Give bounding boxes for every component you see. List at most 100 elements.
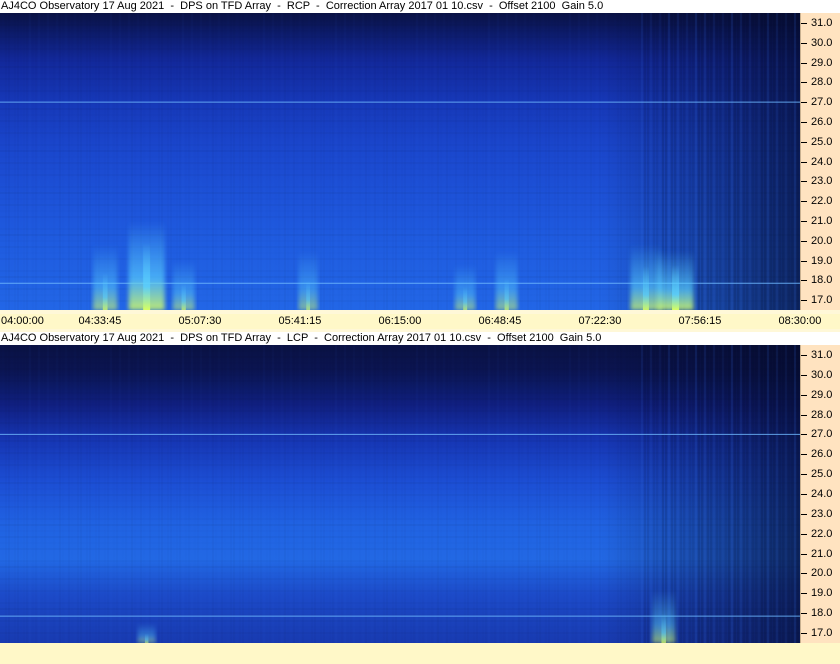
frequency-tick: 27.0 — [801, 427, 840, 441]
lcp-panel-title: AJ4CO Observatory 17 Aug 2021 - DPS on T… — [0, 332, 840, 345]
frequency-tick-mark — [801, 220, 807, 222]
frequency-tick-mark — [801, 121, 807, 123]
rcp-spectrogram — [0, 13, 800, 310]
frequency-tick: 29.0 — [801, 56, 840, 70]
frequency-tick-label: 27.0 — [811, 428, 833, 441]
frequency-tick-label: 20.0 — [811, 567, 833, 580]
frequency-tick-label: 27.0 — [811, 96, 833, 109]
frequency-tick-mark — [801, 42, 807, 44]
frequency-tick-label: 26.0 — [811, 115, 833, 128]
frequency-tick: 25.0 — [801, 135, 840, 149]
frequency-tick: 27.0 — [801, 95, 840, 109]
frequency-tick-mark — [801, 374, 807, 376]
frequency-tick-label: 29.0 — [811, 56, 833, 69]
frequency-tick-mark — [801, 22, 807, 24]
frequency-tick: 17.0 — [801, 293, 840, 307]
frequency-tick: 26.0 — [801, 447, 840, 461]
frequency-tick-label: 30.0 — [811, 368, 833, 381]
frequency-tick-mark — [801, 102, 807, 104]
frequency-tick-label: 17.0 — [811, 294, 833, 307]
frequency-tick-label: 28.0 — [811, 76, 833, 89]
frequency-tick-mark — [801, 62, 807, 64]
lcp-spectrogram — [0, 345, 800, 643]
time-tick-label: 06:15:00 — [378, 315, 422, 327]
burst — [657, 250, 694, 310]
frequency-tick-label: 23.0 — [811, 507, 833, 520]
burst — [454, 264, 476, 310]
frequency-tick: 28.0 — [801, 408, 840, 422]
time-tick-label: 04:00:00 — [1, 315, 44, 327]
time-tick-label: 06:48:45 — [478, 315, 522, 327]
frequency-tick-label: 30.0 — [811, 36, 833, 49]
burst — [298, 250, 318, 310]
frequency-tick: 19.0 — [801, 586, 840, 600]
frequency-tick: 24.0 — [801, 155, 840, 169]
time-tick-label: 05:07:30 — [178, 315, 222, 327]
bottom-strip — [0, 643, 840, 664]
frequency-tick-mark — [801, 494, 807, 495]
frequency-tick: 31.0 — [801, 16, 840, 30]
frequency-tick-mark — [801, 474, 807, 476]
frequency-tick-label: 19.0 — [811, 587, 833, 600]
frequency-tick-mark — [801, 513, 807, 515]
frequency-tick: 20.0 — [801, 566, 840, 580]
frequency-tick-label: 31.0 — [811, 16, 833, 29]
frequency-tick: 23.0 — [801, 174, 840, 188]
frequency-tick-label: 19.0 — [811, 254, 833, 267]
lcp-frequency-axis: 31.0 30.0 29.0 28.0 27.0 26.0 25.0 24.0 23.0 22.0… — [800, 345, 840, 643]
rcp-panel-title: AJ4CO Observatory 17 Aug 2021 - DPS on T… — [0, 0, 840, 13]
time-tick-label: 04:33:45 — [78, 315, 122, 327]
frequency-tick-label: 31.0 — [811, 348, 833, 361]
time-tick-label: 07:22:30 — [578, 315, 622, 327]
frequency-tick-mark — [801, 533, 807, 535]
frequency-tick-mark — [801, 593, 807, 595]
frequency-tick-label: 24.0 — [811, 155, 833, 168]
frequency-tick-mark — [801, 434, 807, 436]
burst — [652, 589, 676, 643]
frequency-tick: 31.0 — [801, 348, 840, 362]
rcp-spectrogram-marks — [0, 13, 800, 310]
burst-core — [144, 633, 149, 643]
frequency-tick-mark — [801, 300, 807, 302]
frequency-tick: 25.0 — [801, 467, 840, 481]
frequency-tick: 22.0 — [801, 527, 840, 541]
frequency-tick: 28.0 — [801, 75, 840, 89]
frequency-tick-mark — [801, 82, 807, 84]
time-tick-label: 08:30:00 — [778, 315, 822, 327]
frequency-tick-label: 28.0 — [811, 408, 833, 421]
frequency-tick-label: 25.0 — [811, 135, 833, 148]
frequency-tick: 18.0 — [801, 273, 840, 287]
frequency-tick: 21.0 — [801, 214, 840, 228]
time-axis: 04:00:00 04:33:45 05:07:30 05:41:15 06:15:00… — [0, 314, 840, 329]
frequency-tick: 23.0 — [801, 507, 840, 521]
frequency-tick-label: 18.0 — [811, 607, 833, 620]
frequency-tick-label: 20.0 — [811, 234, 833, 247]
lcp-spectrogram-marks — [0, 345, 800, 643]
burst-core — [463, 286, 468, 310]
burst — [93, 244, 118, 310]
time-tick-label: 07:56:15 — [678, 315, 722, 327]
frequency-tick-mark — [801, 354, 807, 356]
burst — [630, 244, 662, 310]
rcp-frequency-axis: 31.0 30.0 29.0 28.0 27.0 26.0 25.0 24.0 23.0 22.0… — [800, 13, 840, 310]
frequency-tick-mark — [801, 161, 807, 163]
frequency-tick: 26.0 — [801, 115, 840, 129]
burst-core — [642, 266, 649, 310]
burst-core — [181, 283, 186, 310]
frequency-tick: 30.0 — [801, 36, 840, 50]
time-tick-label: 05:41:15 — [278, 315, 322, 327]
frequency-tick: 20.0 — [801, 234, 840, 248]
frequency-tick: 24.0 — [801, 487, 840, 501]
frequency-tick-mark — [801, 414, 807, 416]
frequency-tick-label: 18.0 — [811, 274, 833, 287]
burst-core — [306, 280, 311, 310]
frequency-tick-mark — [801, 394, 807, 396]
frequency-tick: 29.0 — [801, 388, 840, 402]
frequency-tick: 17.0 — [801, 626, 840, 640]
frequency-tick-mark — [801, 240, 807, 242]
frequency-tick-mark — [801, 201, 807, 203]
frequency-tick-mark — [801, 553, 807, 555]
burst-core — [504, 278, 509, 310]
burst-core — [661, 613, 666, 643]
frequency-tick-mark — [801, 280, 807, 282]
